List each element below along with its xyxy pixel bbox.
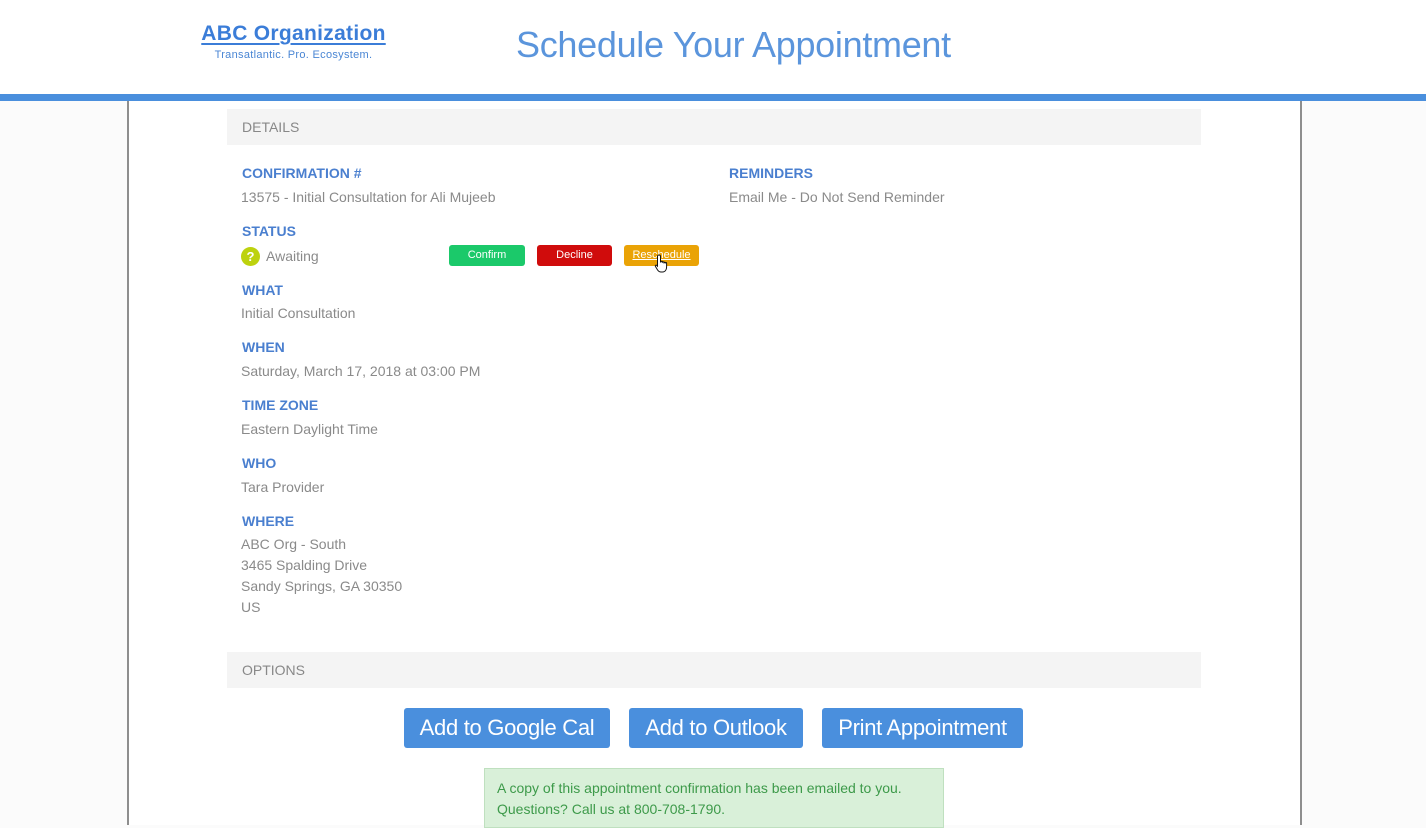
address-line: US (241, 599, 261, 615)
hand-cursor-icon (654, 254, 668, 273)
print-appointment-button[interactable]: Print Appointment (822, 708, 1023, 748)
address-line: ABC Org - South (241, 536, 347, 552)
what-label: WHAT (242, 282, 283, 298)
who-value: Tara Provider (241, 479, 325, 495)
confirmation-value: 13575 - Initial Consultation for Ali Muj… (241, 189, 496, 205)
reminders-value: Email Me - Do Not Send Reminder (729, 189, 945, 205)
confirmation-label: CONFIRMATION # (242, 165, 362, 181)
status-label: STATUS (242, 223, 296, 239)
question-icon: ? (241, 247, 260, 266)
add-to-google-cal-button[interactable]: Add to Google Cal (404, 708, 610, 748)
confirm-button[interactable]: Confirm (449, 245, 525, 266)
who-label: WHO (242, 455, 277, 471)
what-value: Initial Consultation (241, 305, 356, 321)
decline-button[interactable]: Decline (537, 245, 612, 266)
page-header: ABC Organization Transatlantic. Pro. Eco… (0, 0, 1426, 94)
logo[interactable]: ABC Organization Transatlantic. Pro. Eco… (196, 22, 391, 61)
notice-line: A copy of this appointment confirmation … (497, 780, 902, 796)
where-address: ABC Org - South 3465 Spalding Drive Sand… (241, 534, 402, 618)
details-section-header: DETAILS (227, 109, 1201, 145)
appointment-panel: DETAILS CONFIRMATION # 13575 - Initial C… (127, 101, 1302, 828)
when-label: WHEN (242, 339, 285, 355)
logo-tagline: Transatlantic. Pro. Ecosystem. (214, 49, 373, 61)
notice-line: Questions? Call us at 800-708-1790. (497, 801, 726, 817)
address-line: Sandy Springs, GA 30350 (241, 578, 403, 594)
email-confirmation-notice: A copy of this appointment confirmation … (484, 768, 944, 828)
address-line: 3465 Spalding Drive (241, 557, 368, 573)
when-value: Saturday, March 17, 2018 at 03:00 PM (241, 363, 481, 379)
reminders-label: REMINDERS (729, 165, 814, 181)
timezone-value: Eastern Daylight Time (241, 421, 378, 437)
where-label: WHERE (242, 513, 295, 529)
logo-name[interactable]: ABC Organization (196, 22, 391, 46)
timezone-label: TIME ZONE (242, 397, 319, 413)
status-value: Awaiting (266, 248, 319, 264)
page-title: Schedule Your Appointment (516, 24, 951, 65)
options-section-header: OPTIONS (227, 652, 1201, 688)
add-to-outlook-button[interactable]: Add to Outlook (629, 708, 803, 748)
header-divider (0, 94, 1426, 101)
